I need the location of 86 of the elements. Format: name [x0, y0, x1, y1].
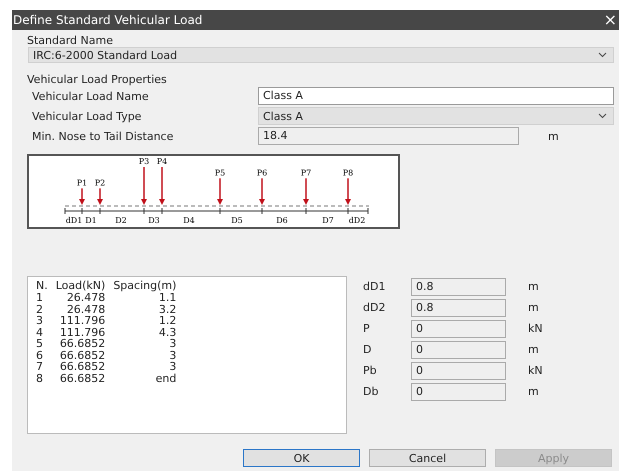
- table-cell-text: 111.796: [58, 315, 106, 326]
- table-cell-text: 8: [35, 372, 44, 384]
- unit-label: kN: [528, 364, 543, 377]
- load-label: P1: [76, 178, 88, 188]
- table-cell-text: 3: [168, 361, 178, 372]
- unit-label: kN: [528, 322, 543, 335]
- table-cell-text: 1: [35, 292, 44, 304]
- param-label: Pb: [363, 364, 378, 377]
- standard-name-dropdown[interactable]: IRC:6-2000 Standard Load: [28, 47, 614, 63]
- table-cell-text: 26.478: [66, 304, 106, 315]
- table-cell-text: 3.2: [158, 304, 178, 315]
- unit-label: m: [528, 301, 539, 314]
- table-cell-text: 5: [35, 338, 44, 350]
- field-label: Vehicular Load Type: [32, 110, 142, 122]
- table-cell-text: 2: [35, 304, 44, 315]
- input-field[interactable]: 0: [411, 362, 506, 380]
- span-label: D7: [322, 216, 334, 225]
- span-label: D2: [115, 216, 127, 225]
- load-arrow-icon: [159, 167, 165, 205]
- table-cell-text: 111.796: [58, 326, 106, 338]
- span-label: D6: [276, 216, 288, 225]
- input-field[interactable]: 0: [411, 320, 506, 338]
- span-label: D3: [148, 216, 160, 225]
- field-label: Min. Nose to Tail Distance: [32, 130, 174, 142]
- table-cell-text: 3: [168, 338, 178, 350]
- input-field[interactable]: 0: [411, 382, 506, 400]
- table-cell-text: 66.6852: [58, 372, 106, 384]
- load-arrow-icon: [259, 178, 265, 205]
- load-arrow-icon: [345, 178, 351, 205]
- param-label: Db: [363, 385, 380, 398]
- close-button[interactable]: ×: [604, 12, 619, 28]
- table-cell-text: 26.478: [66, 292, 106, 304]
- input-field[interactable]: 18.4: [258, 127, 519, 145]
- span-label: dD1: [66, 216, 82, 225]
- table-cell-text: 1.1: [158, 292, 178, 304]
- group-label: Standard Name: [27, 34, 114, 47]
- column-header: Load(kN): [54, 279, 106, 292]
- unit-label: m: [528, 385, 539, 398]
- span-label: D1: [85, 216, 97, 225]
- unit-label: m: [548, 130, 559, 142]
- param-label: dD2: [363, 301, 386, 314]
- param-label: P: [363, 322, 371, 335]
- dialog-button[interactable]: OK: [243, 449, 360, 467]
- dropdown-caret-icon: [598, 52, 607, 58]
- load-label: P6: [256, 168, 268, 178]
- load-label: P4: [156, 157, 168, 166]
- load-arrow-icon: [79, 188, 85, 205]
- param-label: D: [363, 343, 372, 356]
- table-cell-text: 3: [35, 315, 44, 326]
- load-type-dropdown[interactable]: Class A: [258, 107, 614, 125]
- load-arrow-icon: [97, 188, 103, 205]
- table-cell-text: 4.3: [158, 326, 178, 338]
- span-label: D5: [231, 216, 243, 225]
- span-label: dD2: [348, 216, 366, 225]
- table-cell-text: 66.6852: [58, 350, 106, 361]
- column-header: N.: [35, 279, 49, 292]
- table-cell-text: end: [154, 372, 178, 384]
- input-field[interactable]: 0.8: [411, 278, 506, 296]
- load-label: P2: [94, 178, 106, 188]
- input-field[interactable]: 0.8: [411, 298, 506, 316]
- dialog-button[interactable]: Cancel: [369, 449, 486, 467]
- table-cell-text: 4: [35, 326, 44, 338]
- unit-label: m: [528, 343, 539, 356]
- table-cell-text: 1.2: [158, 315, 178, 326]
- load-label: P3: [138, 157, 150, 166]
- group-label: Vehicular Load Properties: [27, 73, 168, 86]
- table-cell-text: 6: [35, 350, 44, 361]
- load-arrow-icon: [303, 178, 309, 205]
- input-field[interactable]: Class A: [258, 87, 614, 105]
- table-cell-text: 3: [168, 350, 178, 361]
- column-header: Spacing(m): [112, 279, 178, 292]
- load-arrow-icon: [217, 178, 223, 205]
- load-label: P5: [214, 168, 226, 178]
- param-label: dD1: [363, 280, 386, 293]
- table-cell-text: 66.6852: [58, 361, 106, 372]
- load-label: P8: [342, 168, 354, 178]
- load-label: P7: [300, 168, 312, 178]
- dropdown-caret-icon: [598, 113, 607, 119]
- unit-label: m: [528, 280, 539, 293]
- input-field[interactable]: 0: [411, 340, 506, 358]
- table-cell-text: 7: [35, 361, 44, 372]
- window-title: Define Standard Vehicular Load: [13, 13, 202, 27]
- field-label: Vehicular Load Name: [32, 90, 150, 102]
- span-label: D4: [183, 216, 195, 225]
- load-arrow-icon: [141, 167, 147, 205]
- table-cell-text: 66.6852: [58, 338, 106, 350]
